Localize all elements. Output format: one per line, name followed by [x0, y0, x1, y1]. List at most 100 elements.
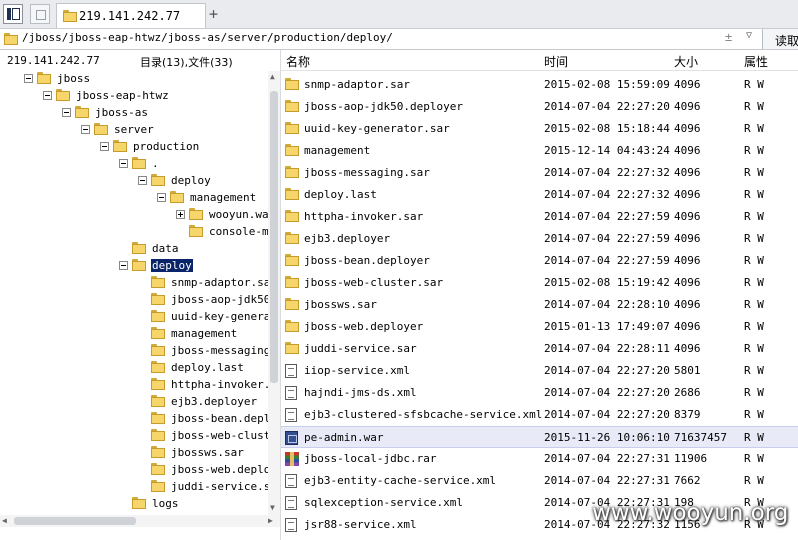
- file-name: jsr88-service.xml: [304, 518, 417, 531]
- collapse-icon[interactable]: [100, 142, 109, 151]
- column-name[interactable]: 名称: [286, 53, 310, 70]
- table-row[interactable]: ejb3.deployer 2014-07-04 22:27:59 4096 R W: [281, 228, 798, 250]
- path-input[interactable]: /jboss/jboss-eap-htwz/jboss-as/server/pr…: [22, 31, 393, 44]
- scroll-right-icon[interactable]: ▶: [268, 516, 273, 525]
- folder-icon: [151, 361, 166, 373]
- add-tab-icon[interactable]: +: [209, 5, 218, 23]
- scroll-down-icon[interactable]: ▼: [270, 503, 275, 512]
- table-row[interactable]: juddi-service.sar 2014-07-04 22:28:11 4096…: [281, 338, 798, 360]
- table-row[interactable]: jboss-web-cluster.sar 2015-02-08 15:19:42…: [281, 272, 798, 294]
- xml-file-icon: [285, 386, 297, 400]
- folder-icon: [151, 344, 166, 356]
- tree-item-label: management: [171, 327, 238, 340]
- table-row[interactable]: management 2015-12-14 04:43:24 4096 R W: [281, 140, 798, 162]
- tab-host[interactable]: 219.141.242.77: [56, 3, 206, 28]
- tree-item-label: httpha-invoker.sar: [171, 378, 268, 391]
- table-row[interactable]: ejb3-clustered-sfsbcache-service.xml 2014…: [281, 404, 798, 426]
- collapse-icon[interactable]: [119, 159, 128, 168]
- table-row[interactable]: jboss-aop-jdk50.deployer 2014-07-04 22:27…: [281, 96, 798, 118]
- column-time[interactable]: 时间: [544, 53, 568, 70]
- folder-icon: [285, 276, 300, 288]
- table-row[interactable]: ejb3-entity-cache-service.xml 2014-07-04 …: [281, 470, 798, 492]
- table-row[interactable]: pe-admin.war 2015-11-26 10:06:10 71637457 R…: [281, 426, 798, 448]
- file-size: 4096: [674, 232, 701, 245]
- file-name: jboss-aop-jdk50.deployer: [304, 100, 463, 113]
- file-list: snmp-adaptor.sar 2015-02-08 15:59:09 4096 R…: [281, 74, 798, 540]
- folder-icon: [151, 463, 166, 475]
- read-button[interactable]: 读取: [762, 29, 798, 49]
- file-attr: R W: [744, 320, 764, 333]
- folder-icon: [75, 106, 90, 118]
- collapse-icon[interactable]: [157, 193, 166, 202]
- folder-icon: [132, 242, 147, 254]
- folder-icon: [285, 210, 300, 222]
- file-name: jboss-bean.deployer: [304, 254, 430, 267]
- file-attr: R W: [744, 364, 764, 377]
- file-time: 2015-02-08 15:18:44: [544, 122, 670, 135]
- collapse-icon[interactable]: [24, 74, 33, 83]
- folder-icon: [56, 89, 71, 101]
- table-row[interactable]: iiop-service.xml 2014-07-04 22:27:20 5801 R…: [281, 360, 798, 382]
- plus-minus-icon[interactable]: ±: [725, 30, 732, 44]
- collapse-icon[interactable]: [138, 176, 147, 185]
- tree-item-label: deploy.last: [171, 361, 244, 374]
- file-name: ejb3-entity-cache-service.xml: [304, 474, 497, 487]
- collapse-icon[interactable]: [81, 125, 90, 134]
- file-name: jbossws.sar: [304, 298, 377, 311]
- table-row[interactable]: jbossws.sar 2014-07-04 22:28:10 4096 R W: [281, 294, 798, 316]
- file-attr: R W: [744, 78, 764, 91]
- scroll-thumb[interactable]: [270, 91, 278, 383]
- file-name: iiop-service.xml: [304, 364, 410, 377]
- collapse-icon[interactable]: [43, 91, 52, 100]
- tree-item-label: uuid-key-generator.sar: [171, 310, 268, 323]
- tree-item-label: jboss-bean.deployer: [171, 412, 268, 425]
- table-row[interactable]: jboss-local-jdbc.rar 2014-07-04 22:27:31 1…: [281, 448, 798, 470]
- file-time: 2014-07-04 22:27:59: [544, 232, 670, 245]
- expand-icon[interactable]: [176, 210, 185, 219]
- table-row[interactable]: hajndi-jms-ds.xml 2014-07-04 22:27:20 2686…: [281, 382, 798, 404]
- scroll-left-icon[interactable]: ◀: [2, 516, 7, 525]
- file-name: ejb3.deployer: [304, 232, 391, 245]
- folder-icon: [151, 412, 166, 424]
- file-attr: R W: [744, 431, 764, 444]
- table-row[interactable]: uuid-key-generator.sar 2015-02-08 15:18:4…: [281, 118, 798, 140]
- tree-vertical-scrollbar[interactable]: ▲ ▼: [268, 71, 280, 515]
- table-row[interactable]: deploy.last 2014-07-04 22:27:32 4096 R W: [281, 184, 798, 206]
- file-name: deploy.last: [304, 188, 377, 201]
- file-time: 2014-07-04 22:27:31: [544, 452, 670, 465]
- folder-icon: [189, 208, 204, 220]
- column-size[interactable]: 大小: [674, 53, 698, 70]
- table-row[interactable]: jboss-web.deployer 2015-01-13 17:49:07 409…: [281, 316, 798, 338]
- tree-item-label: logs: [152, 497, 179, 510]
- tree-item-label: management: [190, 191, 257, 204]
- folder-icon: [151, 174, 166, 186]
- file-name: httpha-invoker.sar: [304, 210, 424, 223]
- file-time: 2015-11-26 10:06:10: [544, 431, 670, 444]
- file-size: 4096: [674, 254, 701, 267]
- tree-item-label: jboss-web-cluster.sar: [171, 429, 268, 442]
- file-time: 2014-07-04 22:27:20: [544, 386, 670, 399]
- column-attr[interactable]: 属性: [744, 53, 768, 70]
- file-attr: R W: [744, 254, 764, 267]
- collapse-icon[interactable]: [62, 108, 71, 117]
- file-size: 4096: [674, 144, 701, 157]
- chevron-down-icon[interactable]: ▽: [746, 30, 752, 41]
- tree-item-label: juddi-service.sar: [171, 480, 268, 493]
- scroll-thumb[interactable]: [14, 517, 136, 525]
- table-row[interactable]: jboss-bean.deployer 2014-07-04 22:27:59 40…: [281, 250, 798, 272]
- file-attr: R W: [744, 188, 764, 201]
- table-row[interactable]: jboss-messaging.sar 2014-07-04 22:27:32 40…: [281, 162, 798, 184]
- folder-icon: [4, 33, 19, 45]
- tree-horizontal-scrollbar[interactable]: ◀ ▶: [0, 515, 280, 527]
- table-row[interactable]: snmp-adaptor.sar 2015-02-08 15:59:09 4096 R…: [281, 74, 798, 96]
- tree-item-label: production: [133, 140, 200, 153]
- table-row[interactable]: httpha-invoker.sar 2014-07-04 22:27:59 409…: [281, 206, 798, 228]
- file-attr: R W: [744, 166, 764, 179]
- file-time: 2014-07-04 22:28:10: [544, 298, 670, 311]
- collapse-icon[interactable]: [119, 261, 128, 270]
- new-window-icon[interactable]: [30, 4, 50, 24]
- file-attr: R W: [744, 474, 764, 487]
- scroll-up-icon[interactable]: ▲: [270, 72, 275, 81]
- sidebar-toggle-icon[interactable]: [3, 4, 23, 24]
- file-size: 4096: [674, 78, 701, 91]
